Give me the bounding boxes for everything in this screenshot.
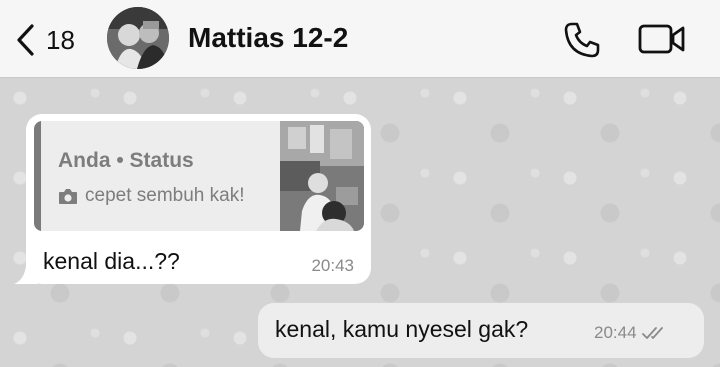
quoted-text: cepet sembuh kak! [85,185,245,206]
video-camera-icon[interactable] [638,23,686,55]
contact-name[interactable]: Mattias 12-2 [188,22,348,54]
quoted-status-reply[interactable]: Anda • Status cepet sembuh kak! [34,121,364,231]
message-text: kenal dia...?? [43,248,180,274]
camera-icon [59,188,77,204]
message-time: 20:43 [311,256,354,275]
status-thumbnail [280,121,364,231]
chevron-left-icon [17,24,34,56]
quoted-author: Anda • Status [58,149,194,172]
quoted-text-row: cepet sembuh kak! [58,185,244,207]
unread-count: 18 [46,24,75,55]
avatar[interactable] [107,7,169,69]
double-check-icon [641,327,663,339]
bubble-tail [14,266,38,284]
avatar-photo [107,7,169,69]
quote-accent-bar [34,121,41,231]
chat-header: 18 Mattias 12-2 [0,0,720,78]
back-button[interactable]: 18 [14,20,75,60]
incoming-message-bubble[interactable]: Anda • Status cepet sembuh kak! kenal di… [14,114,371,284]
outgoing-message-bubble[interactable]: kenal, kamu nyesel gak? 20:44 [258,303,704,358]
message-text: kenal, kamu nyesel gak? [275,316,529,342]
message-time: 20:44 [594,323,637,342]
phone-icon[interactable] [563,21,601,59]
message-meta: 20:44 [594,323,668,343]
